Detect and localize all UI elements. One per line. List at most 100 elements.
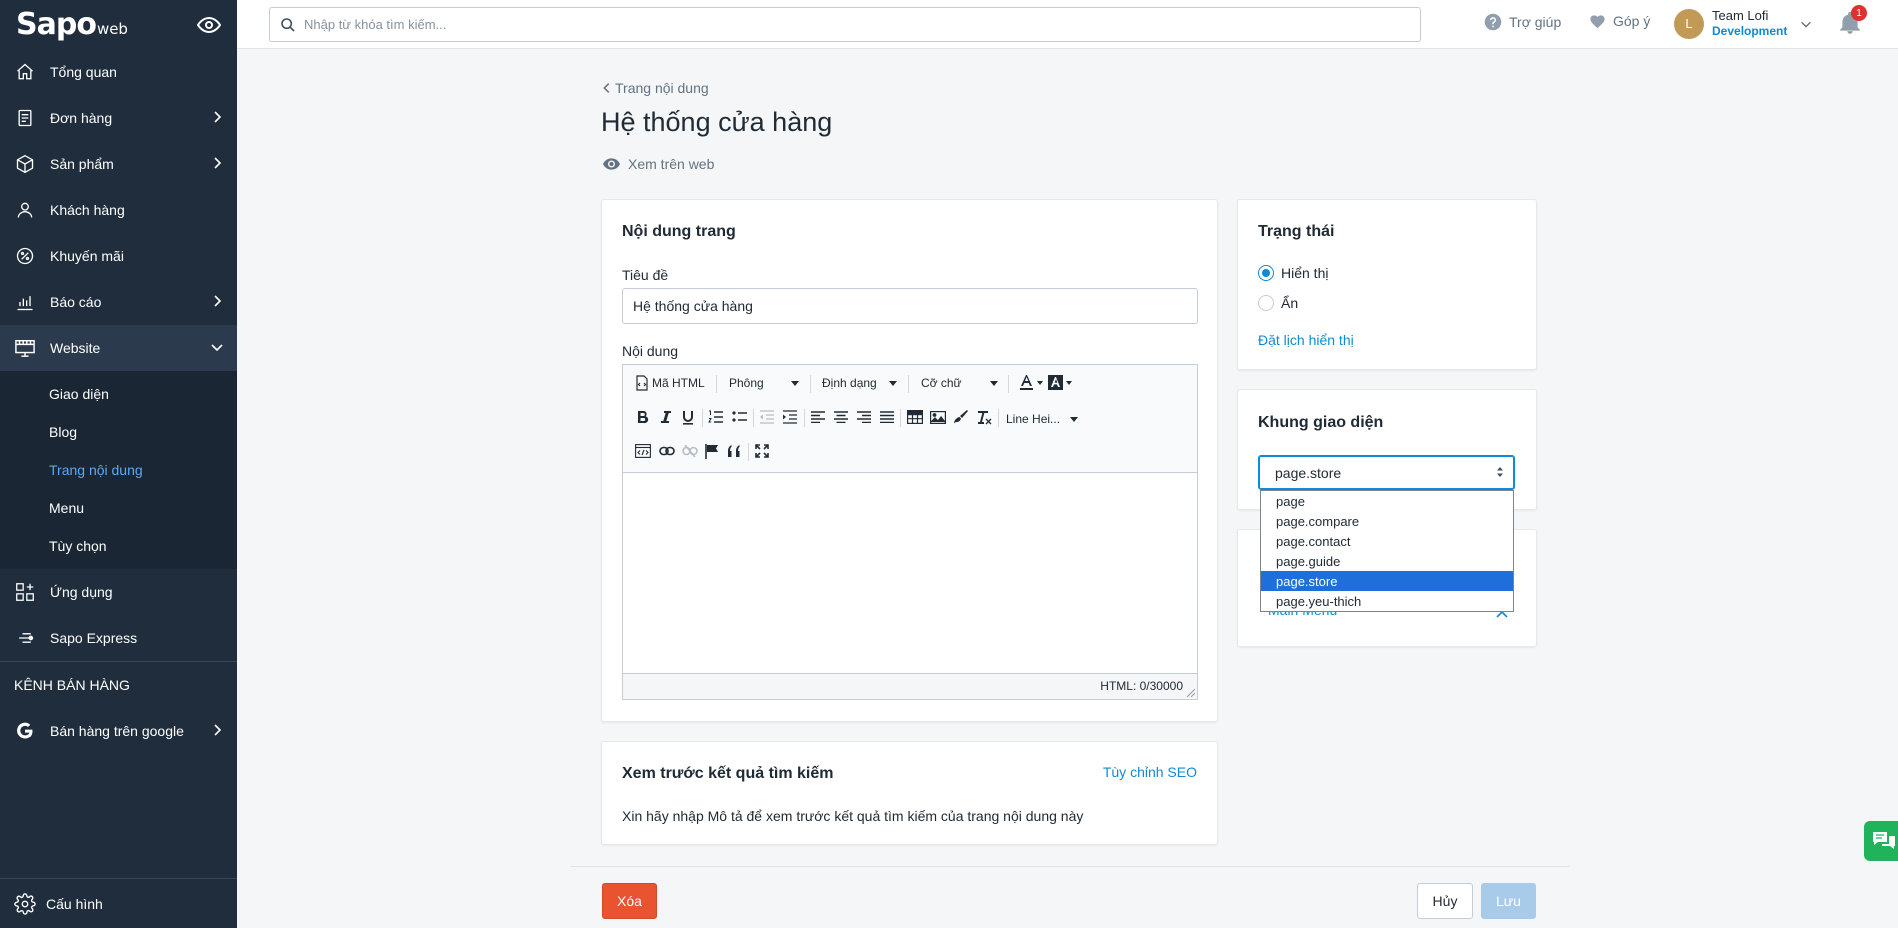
feedback-link[interactable]: Góp ý (1589, 13, 1650, 29)
html-source-label: Mã HTML (652, 376, 705, 390)
font-size-select[interactable]: Cỡ chữ (921, 376, 998, 390)
text-color-button[interactable] (1018, 374, 1044, 392)
dropdown-option[interactable]: page.yeu-thich (1261, 591, 1513, 611)
chat-icon (1873, 832, 1895, 849)
view-on-web-link[interactable]: Xem trên web (603, 156, 714, 172)
logo-row: Sapoweb (0, 0, 237, 49)
link-button[interactable] (659, 446, 675, 456)
submenu-item-menu[interactable]: Menu (0, 489, 237, 527)
chevron-left-icon (603, 83, 610, 93)
status-hidden-radio[interactable]: Ẩn (1258, 295, 1298, 311)
gear-icon (14, 892, 36, 915)
status-visible-label: Hiển thị (1281, 265, 1329, 281)
sidebar-item-sapo-express[interactable]: Sapo Express (0, 615, 237, 661)
clear-format-button[interactable] (976, 410, 992, 425)
format-select[interactable]: Định dạng (822, 376, 897, 390)
sidebar-item-customers[interactable]: Khách hàng (0, 187, 237, 233)
status-hidden-label: Ẩn (1281, 295, 1299, 311)
outdent-icon (760, 410, 774, 424)
html-source-button[interactable]: Mã HTML (635, 375, 705, 391)
sidebar-item-overview[interactable]: Tổng quan (0, 49, 237, 95)
align-center-button[interactable] (834, 411, 848, 423)
sidebar-item-label: Bán hàng trên google (50, 723, 184, 739)
title-field[interactable]: Hệ thống cửa hàng (622, 288, 1198, 324)
editor-toolbar: Mã HTML Phông Định dạng Cỡ chữ Line Hei.… (623, 365, 1197, 473)
help-icon (1484, 13, 1502, 31)
sidebar-item-google[interactable]: Bán hàng trên google (0, 708, 237, 754)
format-painter-button[interactable] (953, 409, 969, 425)
search-box[interactable] (269, 7, 1421, 42)
save-button[interactable]: Lưu (1481, 883, 1536, 919)
code-view-button[interactable] (635, 444, 651, 458)
user-icon (14, 199, 36, 221)
eye-icon[interactable] (197, 13, 221, 37)
help-link[interactable]: Trợ giúp (1484, 13, 1561, 31)
delete-button[interactable]: Xóa (602, 883, 657, 919)
sidebar-item-config[interactable]: Cấu hình (0, 878, 237, 928)
font-select[interactable]: Phông (729, 376, 799, 390)
chat-button[interactable] (1864, 821, 1898, 861)
sidebar-item-label: Sản phẩm (50, 156, 114, 172)
dropdown-option[interactable]: page.contact (1261, 531, 1513, 551)
chevron-right-icon (214, 157, 222, 169)
home-icon (14, 61, 36, 83)
cancel-button[interactable]: Hủy (1417, 883, 1473, 919)
resize-handle-icon[interactable] (1186, 688, 1195, 697)
sidebar-item-website[interactable]: Website (0, 325, 237, 371)
indent-icon (783, 410, 797, 424)
line-height-select[interactable]: Line Hei... (1006, 412, 1078, 426)
indent-button[interactable] (782, 410, 798, 424)
underline-button[interactable] (681, 410, 695, 425)
topbar: Trợ giúp Góp ý L Team Lofi Development 1 (237, 0, 1898, 49)
customize-seo-link[interactable]: Tùy chỉnh SEO (1103, 764, 1197, 780)
sidebar-item-promotions[interactable]: Khuyến mãi (0, 233, 237, 279)
breadcrumb-back[interactable]: Trang nội dung (601, 80, 709, 96)
dropdown-option[interactable]: page.compare (1261, 511, 1513, 531)
eye-icon (603, 158, 620, 170)
user-menu[interactable]: L Team Lofi Development (1674, 8, 1813, 39)
heart-icon (1590, 15, 1605, 29)
dropdown-option[interactable]: page (1261, 491, 1513, 511)
flag-icon (705, 444, 718, 459)
outdent-button[interactable] (759, 410, 775, 424)
bg-color-button[interactable] (1047, 374, 1073, 392)
sidebar-item-products[interactable]: Sản phẩm (0, 141, 237, 187)
submenu-item-theme[interactable]: Giao diện (0, 375, 237, 413)
bullet-list-icon (732, 411, 747, 422)
dropdown-option-selected[interactable]: page.store (1261, 571, 1513, 591)
rich-text-editor: Mã HTML Phông Định dạng Cỡ chữ Line Hei.… (622, 364, 1198, 700)
bold-button[interactable] (636, 410, 650, 424)
status-card-heading: Trạng thái (1258, 223, 1335, 240)
toolbar-separator (998, 409, 999, 427)
fullscreen-button[interactable] (755, 444, 769, 458)
code-icon (635, 444, 651, 458)
align-left-button[interactable] (811, 411, 825, 423)
table-icon (907, 410, 923, 424)
dropdown-option[interactable]: page.guide (1261, 551, 1513, 571)
image-button[interactable] (930, 411, 946, 424)
sapo-logo[interactable]: Sapoweb (16, 7, 128, 42)
sidebar-item-reports[interactable]: Báo cáo (0, 279, 237, 325)
italic-button[interactable] (659, 410, 673, 424)
template-select[interactable]: page.store (1258, 455, 1515, 490)
status-visible-radio[interactable]: Hiển thị (1258, 265, 1328, 281)
submenu-item-options[interactable]: Tùy chọn (0, 527, 237, 565)
submenu-item-pages[interactable]: Trang nội dung (0, 451, 237, 489)
align-right-button[interactable] (857, 411, 871, 423)
sales-channels-heading: KÊNH BÁN HÀNG (14, 677, 130, 693)
bullet-list-button[interactable] (732, 410, 748, 424)
schedule-link[interactable]: Đặt lịch hiển thị (1258, 332, 1354, 348)
sidebar-item-apps[interactable]: Ứng dụng (0, 569, 237, 615)
submenu-item-blog[interactable]: Blog (0, 413, 237, 451)
anchor-button[interactable] (705, 444, 719, 459)
align-justify-button[interactable] (880, 411, 894, 423)
ordered-list-button[interactable] (708, 410, 724, 424)
search-input[interactable] (304, 17, 1404, 32)
sidebar-item-orders[interactable]: Đơn hàng (0, 95, 237, 141)
blockquote-button[interactable] (728, 445, 744, 457)
table-button[interactable] (907, 410, 923, 424)
editor-content-area[interactable] (623, 473, 1197, 673)
align-right-icon (857, 411, 871, 423)
unlink-button[interactable] (682, 445, 698, 457)
template-dropdown: page page.compare page.contact page.guid… (1260, 490, 1514, 612)
